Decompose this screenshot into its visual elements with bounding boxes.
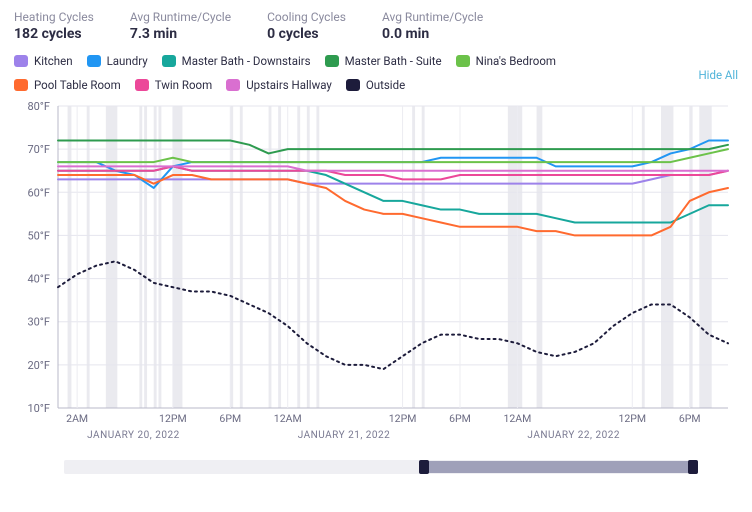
legend: Kitchen Laundry Master Bath - Downstairs Ma… [14, 54, 674, 92]
stat-value: 0.0 min [382, 26, 483, 42]
svg-text:10°F: 10°F [27, 402, 50, 415]
svg-text:JANUARY 20, 2022: JANUARY 20, 2022 [87, 430, 180, 441]
svg-text:12PM: 12PM [618, 412, 646, 425]
svg-text:80°F: 80°F [27, 102, 50, 113]
legend-item[interactable]: Nina's Bedroom [456, 54, 556, 68]
legend-label: Master Bath - Downstairs [182, 54, 311, 68]
legend-label: Pool Table Room [34, 78, 121, 92]
legend-item[interactable]: Outside [346, 78, 405, 92]
legend-swatch [135, 79, 149, 91]
legend-swatch [456, 55, 470, 67]
svg-text:12AM: 12AM [274, 412, 302, 425]
stat-label: Avg Runtime/Cycle [130, 10, 231, 24]
stat-label: Heating Cycles [14, 10, 94, 24]
hide-all-link[interactable]: Hide All [698, 68, 738, 82]
stat-label: Cooling Cycles [267, 10, 346, 24]
scroll-cap-left[interactable] [419, 460, 429, 474]
stat-avg-heat-runtime: Avg Runtime/Cycle 7.3 min [130, 10, 231, 42]
stat-value: 7.3 min [130, 26, 231, 42]
svg-text:70°F: 70°F [27, 143, 50, 156]
legend-item[interactable]: Upstairs Hallway [226, 78, 332, 92]
scroll-thumb[interactable] [419, 461, 698, 473]
stat-value: 182 cycles [14, 26, 94, 42]
legend-label: Kitchen [34, 54, 73, 68]
legend-swatch [226, 79, 240, 91]
svg-text:JANUARY 21, 2022: JANUARY 21, 2022 [298, 430, 391, 441]
legend-swatch [14, 79, 28, 91]
stat-heating-cycles: Heating Cycles 182 cycles [14, 10, 94, 42]
legend-item[interactable]: Pool Table Room [14, 78, 121, 92]
svg-text:30°F: 30°F [27, 316, 50, 329]
legend-swatch [346, 79, 360, 91]
legend-label: Master Bath - Suite [345, 54, 442, 68]
temperature-chart[interactable]: 10°F 20°F 30°F 40°F 50°F 60°F 70°F 80°F 2AM 12PM 6… [14, 102, 738, 452]
legend-item[interactable]: Kitchen [14, 54, 73, 68]
time-scrollbar[interactable] [64, 460, 698, 474]
legend-label: Nina's Bedroom [476, 54, 556, 68]
svg-text:6PM: 6PM [679, 412, 701, 425]
svg-text:6PM: 6PM [219, 412, 241, 425]
svg-text:12PM: 12PM [389, 412, 417, 425]
legend-label: Laundry [107, 54, 148, 68]
stats-row: Heating Cycles 182 cycles Avg Runtime/Cy… [14, 10, 738, 42]
stat-value: 0 cycles [267, 26, 346, 42]
svg-text:6PM: 6PM [449, 412, 471, 425]
legend-label: Twin Room [155, 78, 212, 92]
legend-item[interactable]: Twin Room [135, 78, 212, 92]
svg-text:2AM: 2AM [66, 412, 88, 425]
svg-text:12AM: 12AM [504, 412, 532, 425]
svg-text:40°F: 40°F [27, 273, 50, 286]
svg-text:12PM: 12PM [159, 412, 187, 425]
legend-item[interactable]: Master Bath - Suite [325, 54, 442, 68]
svg-text:JANUARY 22, 2022: JANUARY 22, 2022 [527, 430, 620, 441]
scroll-cap-right[interactable] [688, 460, 698, 474]
svg-text:50°F: 50°F [27, 229, 50, 242]
legend-swatch [14, 55, 28, 67]
legend-swatch [162, 55, 176, 67]
stat-cooling-cycles: Cooling Cycles 0 cycles [267, 10, 346, 42]
legend-item[interactable]: Master Bath - Downstairs [162, 54, 311, 68]
legend-swatch [87, 55, 101, 67]
svg-text:60°F: 60°F [27, 186, 50, 199]
stat-label: Avg Runtime/Cycle [382, 10, 483, 24]
svg-text:20°F: 20°F [27, 359, 50, 372]
legend-swatch [325, 55, 339, 67]
legend-item[interactable]: Laundry [87, 54, 148, 68]
legend-label: Outside [366, 78, 405, 92]
legend-label: Upstairs Hallway [246, 78, 332, 92]
stat-avg-cool-runtime: Avg Runtime/Cycle 0.0 min [382, 10, 483, 42]
